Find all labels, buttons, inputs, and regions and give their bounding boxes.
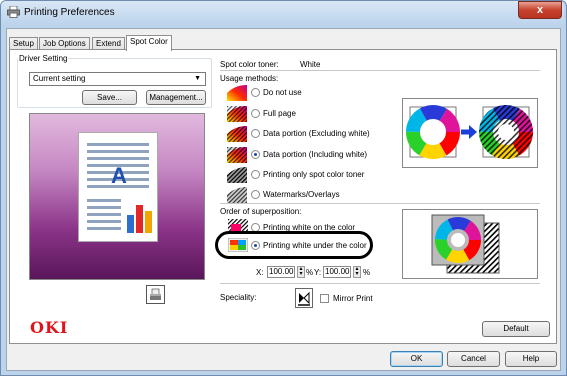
order-of-superposition-label: Order of superposition: bbox=[220, 207, 302, 216]
x-scale-label: X: bbox=[256, 268, 264, 277]
radio-spot-toner-only[interactable] bbox=[251, 170, 260, 179]
spot-color-toner-value: White bbox=[300, 60, 321, 69]
radio-do-not-use[interactable] bbox=[251, 88, 260, 97]
driver-setting-value: Current setting bbox=[33, 74, 86, 83]
print-preview: A bbox=[29, 113, 205, 280]
usage-illustration bbox=[402, 98, 538, 168]
default-button[interactable]: Default bbox=[482, 321, 550, 337]
radio-data-excluding-white[interactable] bbox=[251, 129, 260, 138]
divider bbox=[220, 203, 540, 204]
superposition-illustration bbox=[402, 209, 538, 279]
mirror-print-label: Mirror Print bbox=[333, 294, 373, 303]
close-button[interactable]: x bbox=[518, 1, 562, 19]
data-excluding-white-icon bbox=[227, 126, 247, 142]
tab-spot-color[interactable]: Spot Color bbox=[126, 35, 172, 51]
mirror-print-icon bbox=[295, 288, 313, 308]
preview-letter: A bbox=[111, 163, 127, 188]
oki-logo: OKI bbox=[30, 318, 69, 337]
full-page-label: Full page bbox=[263, 109, 296, 118]
mirror-print-checkbox[interactable] bbox=[320, 294, 329, 303]
radio-watermarks[interactable] bbox=[251, 190, 260, 199]
watermarks-icon bbox=[227, 187, 247, 203]
white-under-color-label: Printing white under the color bbox=[263, 241, 367, 250]
y-scale-input[interactable]: 100.00 bbox=[323, 266, 351, 278]
usage-methods-label: Usage methods: bbox=[220, 74, 279, 83]
help-button[interactable]: Help bbox=[505, 351, 557, 367]
save-button[interactable]: Save... bbox=[82, 90, 137, 105]
spot-toner-only-label: Printing only spot color toner bbox=[263, 170, 365, 179]
driver-setting-label: Driver Setting bbox=[18, 54, 69, 63]
y-scale-unit: % bbox=[363, 268, 371, 277]
divider bbox=[220, 70, 540, 71]
ok-button[interactable]: OK bbox=[390, 351, 443, 367]
window-title: Printing Preferences bbox=[24, 7, 115, 18]
y-scale-stepper[interactable]: ▴ ▾ bbox=[353, 266, 361, 278]
do-not-use-label: Do not use bbox=[263, 88, 302, 97]
watermarks-label: Watermarks/Overlays bbox=[263, 190, 340, 199]
speciality-label: Speciality: bbox=[220, 293, 257, 302]
divider bbox=[220, 283, 540, 284]
printer-preview-icon[interactable] bbox=[146, 285, 165, 304]
chevron-down-icon: ▼ bbox=[194, 75, 201, 82]
x-scale-input[interactable]: 100.00 bbox=[267, 266, 295, 278]
white-under-color-icon bbox=[227, 237, 249, 253]
full-page-icon bbox=[227, 106, 247, 122]
printer-icon bbox=[7, 5, 20, 18]
data-including-white-label: Data portion (Including white) bbox=[263, 150, 368, 159]
preview-page: A bbox=[78, 132, 158, 242]
management-button[interactable]: Management... bbox=[146, 90, 206, 105]
x-scale-unit: % bbox=[306, 268, 314, 277]
x-scale-stepper[interactable]: ▴ ▾ bbox=[297, 266, 305, 278]
spot-color-toner-label: Spot color toner: bbox=[220, 60, 279, 69]
radio-data-including-white[interactable] bbox=[251, 150, 260, 159]
spot-toner-only-icon bbox=[227, 167, 247, 183]
data-including-white-icon bbox=[227, 147, 247, 163]
y-scale-label: Y: bbox=[314, 268, 322, 277]
radio-white-under-color[interactable] bbox=[251, 241, 260, 250]
radio-full-page[interactable] bbox=[251, 109, 260, 118]
data-excluding-white-label: Data portion (Excluding white) bbox=[263, 129, 370, 138]
driver-setting-select[interactable]: Current setting ▼ bbox=[29, 72, 206, 86]
cancel-button[interactable]: Cancel bbox=[447, 351, 500, 367]
do-not-use-icon bbox=[227, 85, 247, 101]
